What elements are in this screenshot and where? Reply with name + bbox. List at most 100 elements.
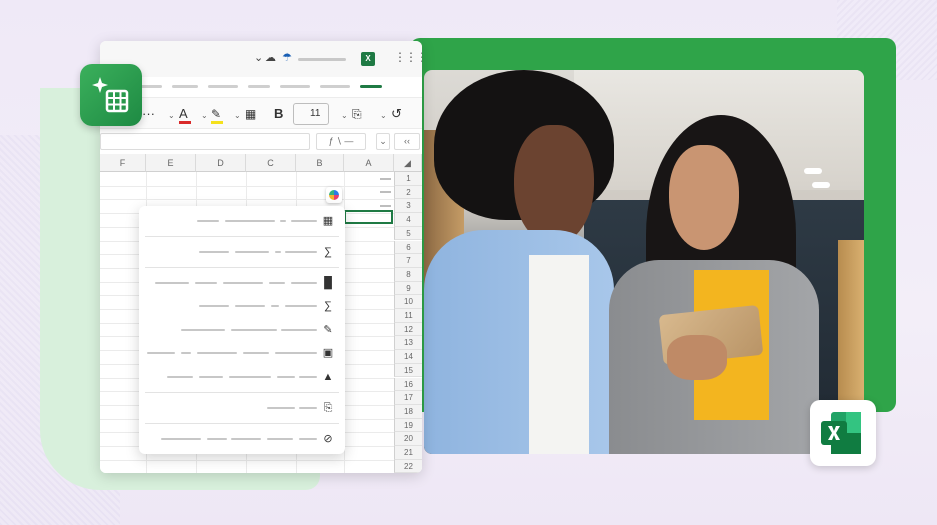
more-options-button[interactable]: ···	[142, 105, 155, 123]
cloud-sync-icon[interactable]: ☁	[265, 51, 276, 64]
row-header[interactable]: 19	[394, 418, 422, 433]
menu-separator	[145, 236, 339, 237]
column-header-d[interactable]: D	[196, 154, 246, 172]
row-header[interactable]: 18	[394, 404, 422, 419]
clipboard-icon: ⎘	[323, 402, 333, 414]
title-placeholder	[298, 58, 346, 61]
column-header-b[interactable]: B	[296, 154, 344, 172]
row-header[interactable]: 11	[394, 309, 422, 323]
row-header[interactable]: 14	[394, 350, 422, 364]
row-header[interactable]: 12	[394, 322, 422, 337]
row-header[interactable]: 9	[394, 281, 422, 296]
tab[interactable]	[208, 85, 238, 88]
bold-button[interactable]: B	[274, 105, 283, 123]
row-header[interactable]: 22	[394, 459, 422, 473]
formula-icon: ∑	[324, 300, 332, 312]
excel-icon[interactable]: X	[361, 52, 375, 66]
row-header[interactable]: 13	[394, 336, 422, 351]
menu-separator	[145, 423, 339, 424]
menu-item-paste[interactable]: ⎘	[139, 396, 345, 420]
ribbon-tabs	[140, 85, 420, 89]
grid-line	[100, 185, 394, 187]
chevron-down-icon[interactable]: ⌄	[201, 107, 208, 125]
row-header[interactable]: 6	[394, 240, 422, 255]
row-header[interactable]: 4	[394, 213, 422, 227]
tab[interactable]	[172, 85, 198, 88]
hide-icon: ⊘	[323, 433, 333, 445]
paste-icon[interactable]: ⎘	[352, 105, 362, 123]
row-header[interactable]: 20	[394, 432, 422, 446]
person-right-hand	[667, 335, 727, 380]
copilot-icon[interactable]	[326, 187, 342, 203]
chevron-down-icon[interactable]: ⌄	[341, 107, 348, 125]
row-header[interactable]: 16	[394, 377, 422, 392]
row-header[interactable]: 10	[394, 295, 422, 309]
formula-input[interactable]	[100, 133, 310, 150]
tab[interactable]	[248, 85, 270, 88]
menu-item-highlight[interactable]: ✎	[139, 318, 345, 342]
format-icon: ▣	[322, 347, 334, 359]
cell-content[interactable]	[380, 205, 391, 207]
formula-bar: ƒ ∖ ― ⌄ ‹‹	[100, 131, 422, 153]
menu-item-format[interactable]: ▣	[139, 341, 345, 365]
office-photo	[424, 70, 864, 454]
undo-icon[interactable]: ↺	[391, 105, 402, 123]
font-color-swatch	[179, 121, 191, 124]
chart-icon: █	[324, 277, 332, 289]
chevron-down-icon[interactable]: ⌄	[376, 133, 390, 150]
row-header[interactable]: 7	[394, 254, 422, 268]
person-left-shirt	[529, 255, 589, 454]
menu-item-insert-table[interactable]: ▦	[139, 209, 345, 233]
cell-content[interactable]	[380, 191, 391, 193]
chevron-down-icon[interactable]: ⌄	[380, 107, 387, 125]
menu-item-hide[interactable]: ⊘	[139, 427, 345, 451]
row-header[interactable]: 3	[394, 199, 422, 214]
chevron-down-icon[interactable]: ⌄	[234, 107, 241, 125]
shield-icon[interactable]: ☂	[282, 51, 292, 64]
person-left-face	[514, 125, 594, 245]
copilot-suggestion-menu: ▦ ∑ █ ∑ ✎ ▣ ▲ ⎘ ⊘	[139, 206, 345, 454]
chevron-down-icon[interactable]: ⌄	[168, 107, 175, 125]
borders-icon[interactable]: ▦	[245, 105, 256, 123]
column-header-c[interactable]: C	[246, 154, 296, 172]
tab[interactable]	[140, 85, 162, 88]
person-right-face	[669, 145, 739, 250]
chevron-down-icon[interactable]: ⌄	[254, 51, 263, 64]
menu-separator	[145, 267, 339, 268]
row-header[interactable]: 17	[394, 391, 422, 405]
row-header[interactable]: 21	[394, 446, 422, 460]
graduation-cap-icon: ▲	[322, 371, 334, 383]
function-icon[interactable]: ƒ ∖ ―	[316, 133, 366, 150]
paint-icon: ✎	[323, 324, 333, 336]
grid-line	[100, 459, 394, 461]
menu-separator	[145, 392, 339, 393]
menu-item-formula[interactable]: ∑	[139, 240, 345, 264]
tab[interactable]	[320, 85, 350, 88]
excel-logo-icon	[810, 400, 876, 466]
menu-item-analyze[interactable]: ∑	[139, 294, 345, 318]
select-all-corner[interactable]: ◢	[394, 154, 422, 172]
row-header[interactable]: 15	[394, 363, 422, 378]
highlight-color-swatch	[211, 121, 223, 124]
title-bar: ⌄ ☁ ☂ X ⋮⋮⋮	[100, 41, 422, 77]
tab-home[interactable]	[360, 85, 382, 88]
row-header[interactable]: 1	[394, 172, 422, 186]
table-icon: ▦	[322, 215, 334, 227]
ceiling-light	[804, 168, 822, 174]
menu-item-chart[interactable]: █	[139, 271, 345, 295]
column-header-e[interactable]: E	[146, 154, 196, 172]
cell-content[interactable]	[380, 178, 391, 180]
column-header-a[interactable]: A	[344, 154, 394, 172]
column-header-f[interactable]: F	[100, 154, 146, 172]
selected-cell[interactable]	[344, 210, 393, 224]
tab[interactable]	[280, 85, 310, 88]
sparkle-table-icon	[80, 64, 142, 126]
menu-item-learn[interactable]: ▲	[139, 365, 345, 389]
row-header[interactable]: 8	[394, 267, 422, 282]
app-launcher-icon[interactable]: ⋮⋮⋮	[394, 50, 422, 64]
row-header[interactable]: 2	[394, 185, 422, 200]
formula-sparkle-icon: ∑	[324, 246, 332, 258]
font-size-field[interactable]: 11	[293, 103, 329, 125]
name-box[interactable]: ‹‹	[394, 133, 420, 150]
row-header[interactable]: 5	[394, 226, 422, 241]
